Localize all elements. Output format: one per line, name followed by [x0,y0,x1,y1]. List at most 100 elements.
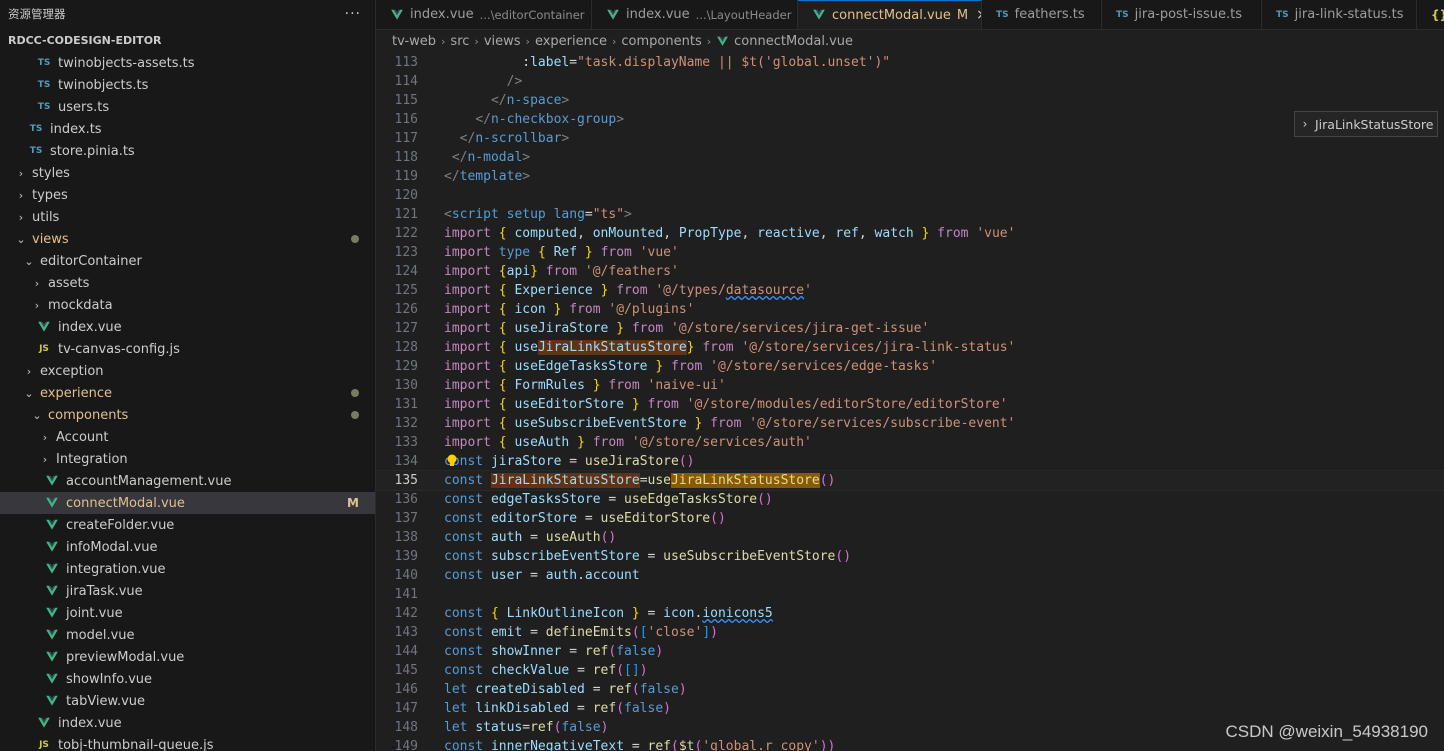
code-line[interactable]: 130 import { FormRules } from 'naive-ui' [376,376,1444,395]
tree-file-item[interactable]: tabView.vue [0,690,375,712]
chevron-down-icon[interactable]: ⌄ [30,409,44,422]
chevron-down-icon[interactable]: ⌄ [22,387,36,400]
chevron-right-icon[interactable]: › [30,299,44,312]
more-actions-icon[interactable]: ··· [345,6,361,22]
code-line[interactable]: 147 let linkDisabled = ref(false) [376,699,1444,718]
code-line[interactable]: 142 const { LinkOutlineIcon } = icon.ioni… [376,604,1444,623]
tree-file-item[interactable]: connectModal.vue M [0,492,375,514]
tree-folder-item[interactable]: › Integration [0,448,375,470]
code-line[interactable]: 145 const checkValue = ref([]) [376,661,1444,680]
tree-file-item[interactable]: previewModal.vue [0,646,375,668]
breadcrumb-item[interactable]: src [450,34,469,49]
tree-folder-item[interactable]: ⌄ experience [0,382,375,404]
chevron-right-icon[interactable]: › [1295,117,1315,131]
editor-tab[interactable]: TS feathers.ts [982,0,1102,29]
code-line[interactable]: 121 <script setup lang="ts"> [376,205,1444,224]
tree-file-item[interactable]: showInfo.vue [0,668,375,690]
tree-file-item[interactable]: JS tv-canvas-config.js [0,338,375,360]
tree-folder-item[interactable]: › utils [0,206,375,228]
breadcrumb-item[interactable]: tv-web [392,34,436,49]
lightbulb-icon[interactable] [446,454,457,466]
editor-tab[interactable]: {} [1417,0,1444,29]
tree-file-item[interactable]: TS twinobjects-assets.ts [0,52,375,74]
workspace-section-header[interactable]: RDCC-CODESIGN-EDITOR [0,28,375,52]
tree-folder-item[interactable]: › exception [0,360,375,382]
editor-tab[interactable]: index.vue ...\editorContainer [376,0,592,29]
tree-file-item[interactable]: accountManagement.vue [0,470,375,492]
tree-file-item[interactable]: createFolder.vue [0,514,375,536]
tree-file-item[interactable]: TS users.ts [0,96,375,118]
code-line[interactable]: 138 const auth = useAuth() [376,528,1444,547]
code-line[interactable]: 131 import { useEditorStore } from '@/sto… [376,395,1444,414]
chevron-right-icon[interactable]: › [38,453,52,466]
code-line[interactable]: 124 import {api} from '@/feathers' [376,262,1444,281]
code-line[interactable]: 132 import { useSubscribeEventStore } fro… [376,414,1444,433]
file-type-icon-wrap [44,672,60,686]
code-line[interactable]: 129 import { useEdgeTasksStore } from '@/… [376,357,1444,376]
code-lines: 113 :label="task.displayName || $t('glob… [376,53,1444,751]
editor-tab[interactable]: TS jira-post-issue.ts [1102,0,1262,29]
editor-tab[interactable]: TS jira-link-status.ts [1262,0,1417,29]
scroll-widget[interactable]: › JiraLinkStatusStore [1294,111,1438,137]
tree-file-item[interactable]: TS store.pinia.ts [0,140,375,162]
code-line[interactable]: 128 import { useJiraLinkStatusStore} from… [376,338,1444,357]
code-line[interactable]: 136 const edgeTasksStore = useEdgeTasksSt… [376,490,1444,509]
breadcrumb-item[interactable]: experience [535,34,607,49]
chevron-right-icon[interactable]: › [22,365,36,378]
tree-folder-item[interactable]: › types [0,184,375,206]
chevron-right-icon[interactable]: › [14,167,28,180]
code-line[interactable]: 134 const jiraStore = useJiraStore() [376,452,1444,471]
tree-file-item[interactable]: TS index.ts [0,118,375,140]
code-line[interactable]: 137 const editorStore = useEditorStore() [376,509,1444,528]
tree-file-item[interactable]: integration.vue [0,558,375,580]
code-line[interactable]: 114 /> [376,72,1444,91]
code-line[interactable]: 140 const user = auth.account [376,566,1444,585]
code-line[interactable]: 120 [376,186,1444,205]
code-line[interactable]: 139 const subscribeEventStore = useSubscr… [376,547,1444,566]
breadcrumb-item[interactable]: components [621,34,701,49]
tree-folder-item[interactable]: ⌄ views [0,228,375,250]
tree-file-item[interactable]: joint.vue [0,602,375,624]
tree-file-item[interactable]: jiraTask.vue [0,580,375,602]
chevron-down-icon[interactable]: ⌄ [22,255,36,268]
chevron-right-icon[interactable]: › [38,431,52,444]
tree-folder-item[interactable]: › styles [0,162,375,184]
tree-folder-item[interactable]: ⌄ components [0,404,375,426]
chevron-right-icon[interactable]: › [30,277,44,290]
editor-tab[interactable]: connectModal.vueM× [798,0,982,29]
code-line[interactable]: 133 import { useAuth } from '@/store/serv… [376,433,1444,452]
code-line[interactable]: 113 :label="task.displayName || $t('glob… [376,53,1444,72]
tree-folder-item[interactable]: › Account [0,426,375,448]
code-line[interactable]: 135 const JiraLinkStatusStore=useJiraLink… [376,470,1444,491]
breadcrumb-item[interactable]: views [484,34,521,49]
tree-file-item[interactable]: index.vue [0,712,375,734]
code-line[interactable]: 117 </n-scrollbar> [376,129,1444,148]
tree-file-item[interactable]: infoModal.vue [0,536,375,558]
editor-tab[interactable]: index.vue ...\LayoutHeader [592,0,798,29]
code-editor[interactable]: 113 :label="task.displayName || $t('glob… [376,53,1444,751]
code-line[interactable]: 144 const showInner = ref(false) [376,642,1444,661]
code-line[interactable]: 115 </n-space> [376,91,1444,110]
code-line[interactable]: 126 import { icon } from '@/plugins' [376,300,1444,319]
tree-folder-item[interactable]: ⌄ editorContainer [0,250,375,272]
code-line[interactable]: 119 </template> [376,167,1444,186]
tree-folder-item[interactable]: › assets [0,272,375,294]
breadcrumb-item[interactable]: connectModal.vue [734,34,853,49]
tree-file-item[interactable]: index.vue [0,316,375,338]
code-line[interactable]: 118 </n-modal> [376,148,1444,167]
tree-folder-item[interactable]: › mockdata [0,294,375,316]
code-line[interactable]: 143 const emit = defineEmits(['close']) [376,623,1444,642]
tree-file-item[interactable]: JS tobj-thumbnail-queue.js [0,734,375,751]
code-line[interactable]: 125 import { Experience } from '@/types/d… [376,281,1444,300]
code-line[interactable]: 127 import { useJiraStore } from '@/store… [376,319,1444,338]
code-line[interactable]: 141 [376,585,1444,604]
chevron-right-icon[interactable]: › [14,189,28,202]
code-line[interactable]: 122 import { computed, onMounted, PropTyp… [376,224,1444,243]
tree-file-item[interactable]: model.vue [0,624,375,646]
code-line[interactable]: 123 import type { Ref } from 'vue' [376,243,1444,262]
chevron-right-icon[interactable]: › [14,211,28,224]
chevron-down-icon[interactable]: ⌄ [14,233,28,246]
tree-file-item[interactable]: TS twinobjects.ts [0,74,375,96]
code-line[interactable]: 146 let createDisabled = ref(false) [376,680,1444,699]
code-line[interactable]: 116 </n-checkbox-group> [376,110,1444,129]
